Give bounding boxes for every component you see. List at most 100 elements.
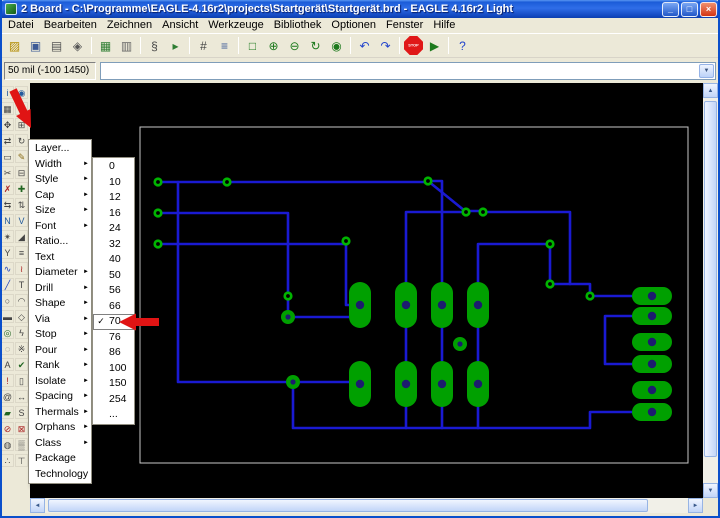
width-option-50[interactable]: 50 (93, 268, 134, 284)
zoom-fit-icon[interactable]: □ (243, 36, 262, 55)
command-input[interactable]: ▼ (100, 62, 716, 80)
context-menu-item-orphans[interactable]: Orphans► (29, 420, 91, 436)
show-tool-icon[interactable]: ◉ (15, 86, 28, 99)
context-menu-item-technology[interactable]: Technology (29, 467, 91, 483)
grid-icon[interactable]: # (194, 36, 213, 55)
copper-trace[interactable] (478, 244, 550, 282)
width-option-0[interactable]: 0 (93, 159, 134, 175)
menu-bearbeiten[interactable]: Bearbeiten (39, 18, 102, 33)
drc-tool-icon[interactable]: ✔ (15, 358, 28, 371)
ratsnest-tool-icon[interactable]: ※ (15, 342, 28, 355)
delete-tool-icon[interactable]: ✗ (1, 182, 14, 195)
miter-tool-icon[interactable]: ◢ (15, 230, 28, 243)
copper-trace[interactable] (550, 284, 590, 296)
minimize-button[interactable]: _ (662, 2, 679, 17)
move-tool-icon[interactable]: ✥ (1, 118, 14, 131)
width-option-66[interactable]: 66 (93, 299, 134, 315)
pinswap-tool-icon[interactable]: ⇆ (1, 198, 14, 211)
cam-processor-icon[interactable]: ◈ (68, 36, 87, 55)
script-icon[interactable]: § (145, 36, 164, 55)
context-menu-item-thermals[interactable]: Thermals► (29, 405, 91, 421)
cut-tool-icon[interactable]: ✂ (1, 166, 14, 179)
copper-trace[interactable] (605, 316, 632, 364)
width-option-40[interactable]: 40 (93, 252, 134, 268)
width-option-12[interactable]: 12 (93, 190, 134, 206)
context-menu-item-isolate[interactable]: Isolate► (29, 374, 91, 390)
context-menu-item-ratio[interactable]: Ratio... (29, 234, 91, 250)
context-menu-item-style[interactable]: Style► (29, 172, 91, 188)
help-icon[interactable]: ? (453, 36, 472, 55)
board-icon[interactable]: ▦ (96, 36, 115, 55)
width-option-32[interactable]: 32 (93, 237, 134, 253)
smash-tool-icon[interactable]: ✴ (1, 230, 14, 243)
cream-mask-tool-icon[interactable]: ▒ (15, 438, 28, 451)
menu-bibliothek[interactable]: Bibliothek (269, 18, 327, 33)
glue-mask-tool-icon[interactable]: ∴ (1, 454, 14, 467)
split-tool-icon[interactable]: Y (1, 246, 14, 259)
circle-tool-icon[interactable]: ○ (1, 294, 14, 307)
copper-pour-tool-icon[interactable]: ▰ (1, 406, 14, 419)
display-tool-icon[interactable]: ▦ (1, 102, 14, 115)
mark-tool-icon[interactable]: ✛ (15, 102, 28, 115)
vertical-scrollbar[interactable]: ▲ ▼ (703, 83, 718, 498)
context-menu-item-package[interactable]: Package (29, 451, 91, 467)
width-option-56[interactable]: 56 (93, 283, 134, 299)
go-icon[interactable]: ▶ (425, 36, 444, 55)
attribute-tool-icon[interactable]: @ (1, 390, 14, 403)
context-menu-item-rank[interactable]: Rank► (29, 358, 91, 374)
width-option-86[interactable]: 86 (93, 345, 134, 361)
wire-tool-icon[interactable]: ╱ (1, 278, 14, 291)
horizontal-scroll-thumb[interactable] (48, 499, 648, 512)
scroll-down-button[interactable]: ▼ (703, 483, 718, 498)
zoom-out-icon[interactable]: ⊖ (285, 36, 304, 55)
save-icon[interactable]: ▣ (26, 36, 45, 55)
context-menu-item-text[interactable]: Text (29, 250, 91, 266)
width-option-24[interactable]: 24 (93, 221, 134, 237)
paste-tool-icon[interactable]: ⊟ (15, 166, 28, 179)
library-icon[interactable]: ▥ (117, 36, 136, 55)
width-option-254[interactable]: 254 (93, 392, 134, 408)
hole-tool-icon[interactable]: ◌ (1, 342, 14, 355)
keepout-tool-icon[interactable]: ⊠ (15, 422, 28, 435)
restrict-tool-icon[interactable]: ⊘ (1, 422, 14, 435)
menu-ansicht[interactable]: Ansicht (157, 18, 203, 33)
group-tool-icon[interactable]: ▭ (1, 150, 14, 163)
context-menu-item-stop[interactable]: Stop► (29, 327, 91, 343)
menu-werkzeuge[interactable]: Werkzeuge (203, 18, 268, 33)
name-tool-icon[interactable]: N (1, 214, 14, 227)
polygon-tool-icon[interactable]: ◇ (15, 310, 28, 323)
undo-icon[interactable]: ↶ (355, 36, 374, 55)
errors-tool-icon[interactable]: ! (1, 374, 14, 387)
context-menu-item-font[interactable]: Font► (29, 219, 91, 235)
replace-tool-icon[interactable]: ⇅ (15, 198, 28, 211)
copper-trace[interactable] (428, 181, 442, 282)
rect-tool-icon[interactable]: ▬ (1, 310, 14, 323)
menu-zeichnen[interactable]: Zeichnen (102, 18, 157, 33)
stop-mask-tool-icon[interactable]: ◍ (1, 438, 14, 451)
copper-trace[interactable] (428, 181, 483, 211)
ripup-tool-icon[interactable]: ≀ (15, 262, 28, 275)
optimize-tool-icon[interactable]: ≡ (15, 246, 28, 259)
via-tool-icon[interactable]: ◎ (1, 326, 14, 339)
stop-icon[interactable]: STOP (404, 36, 423, 55)
command-dropdown-button[interactable]: ▼ (699, 64, 714, 78)
copper-trace[interactable] (406, 212, 466, 282)
signal-tool-icon[interactable]: ϟ (15, 326, 28, 339)
horizontal-scrollbar[interactable]: ◄ ► (30, 498, 703, 513)
value-tool-icon[interactable]: V (15, 214, 28, 227)
run-icon[interactable]: ▸ (166, 36, 185, 55)
close-button[interactable]: × (700, 2, 717, 17)
scroll-left-button[interactable]: ◄ (30, 498, 45, 513)
context-menu-item-via[interactable]: Via► (29, 312, 91, 328)
width-option-16[interactable]: 16 (93, 206, 134, 222)
copper-trace[interactable] (293, 382, 632, 428)
menu-hilfe[interactable]: Hilfe (428, 18, 460, 33)
change-tool-icon[interactable]: ✎ (15, 150, 28, 163)
zoom-in-icon[interactable]: ⊕ (264, 36, 283, 55)
layer-settings-icon[interactable]: ≡ (215, 36, 234, 55)
context-menu-item-shape[interactable]: Shape► (29, 296, 91, 312)
scroll-up-button[interactable]: ▲ (703, 83, 718, 98)
mirror-tool-icon[interactable]: ⇄ (1, 134, 14, 147)
context-menu-item-spacing[interactable]: Spacing► (29, 389, 91, 405)
context-menu-item-width[interactable]: Width► (29, 157, 91, 173)
